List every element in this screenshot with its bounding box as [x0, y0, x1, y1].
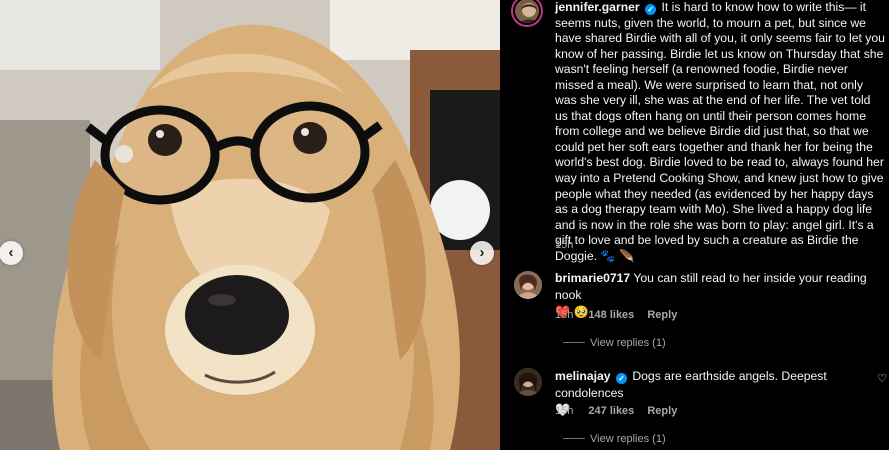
chevron-right-icon[interactable]: › [470, 241, 494, 265]
comment-timestamp[interactable]: 15h [555, 405, 573, 417]
divider-line [563, 342, 585, 343]
view-replies-button[interactable]: View replies (1) [563, 337, 666, 349]
verified-badge-icon: ✓ [645, 4, 657, 15]
comment-likes[interactable]: 148 likes [588, 309, 634, 321]
caption-timestamp[interactable]: 15h [555, 239, 573, 251]
reply-button[interactable]: Reply [647, 405, 677, 417]
comment-username[interactable]: melinajay [555, 369, 611, 383]
commenter-avatar[interactable] [514, 368, 542, 396]
author-avatar[interactable] [513, 0, 541, 25]
view-replies-label: View replies (1) [590, 433, 666, 445]
post-details-panel: jennifer.garner ✓ It is hard to know how… [500, 0, 889, 450]
post-image[interactable]: ‹ › [0, 0, 500, 450]
view-replies-label: View replies (1) [590, 337, 666, 349]
caption-username[interactable]: jennifer.garner [555, 0, 640, 14]
commenter-avatar-image [514, 368, 542, 396]
author-avatar-image [515, 0, 539, 23]
commenter-avatar[interactable] [514, 271, 542, 299]
reply-button[interactable]: Reply [647, 309, 677, 321]
comment-timestamp[interactable]: 15h [555, 309, 573, 321]
comment-username[interactable]: brimarie0717 [555, 271, 630, 285]
comment-meta: 15h 148 likes Reply [555, 309, 677, 321]
verified-badge-icon: ✓ [615, 373, 627, 384]
divider-line [563, 438, 585, 439]
heart-icon[interactable]: ♡ [877, 372, 887, 385]
post-caption: jennifer.garner ✓ It is hard to know how… [555, 0, 885, 264]
commenter-avatar-image [514, 271, 542, 299]
chevron-left-icon[interactable]: ‹ [0, 241, 23, 265]
view-replies-button[interactable]: View replies (1) [563, 433, 666, 445]
caption-meta: 15h [555, 239, 573, 251]
comment-likes[interactable]: 247 likes [588, 405, 634, 417]
caption-text: It is hard to know how to write this— it… [555, 0, 885, 263]
comment-meta: 15h 247 likes Reply [555, 405, 677, 417]
dog-photo [0, 0, 500, 450]
